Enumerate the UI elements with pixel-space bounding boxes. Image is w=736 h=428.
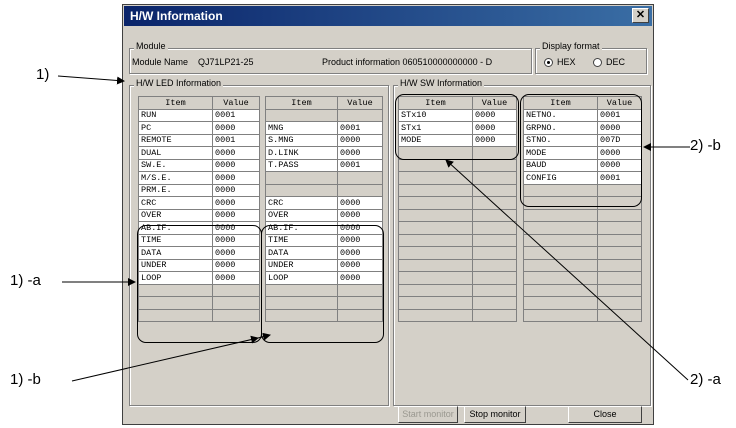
arrow-1 — [57, 75, 125, 85]
annotation-1b: 1) -b — [10, 371, 41, 388]
arrow-1b-b — [257, 332, 271, 341]
annotation-2a: 2) -a — [690, 371, 721, 388]
annotation-1: 1) — [36, 66, 50, 83]
annotation-2b: 2) -b — [690, 137, 721, 154]
arrow-1b-a — [71, 335, 259, 382]
arrow-2a — [445, 159, 689, 381]
annotation-1a: 1) -a — [10, 272, 41, 289]
annotation-arrows — [57, 75, 690, 382]
